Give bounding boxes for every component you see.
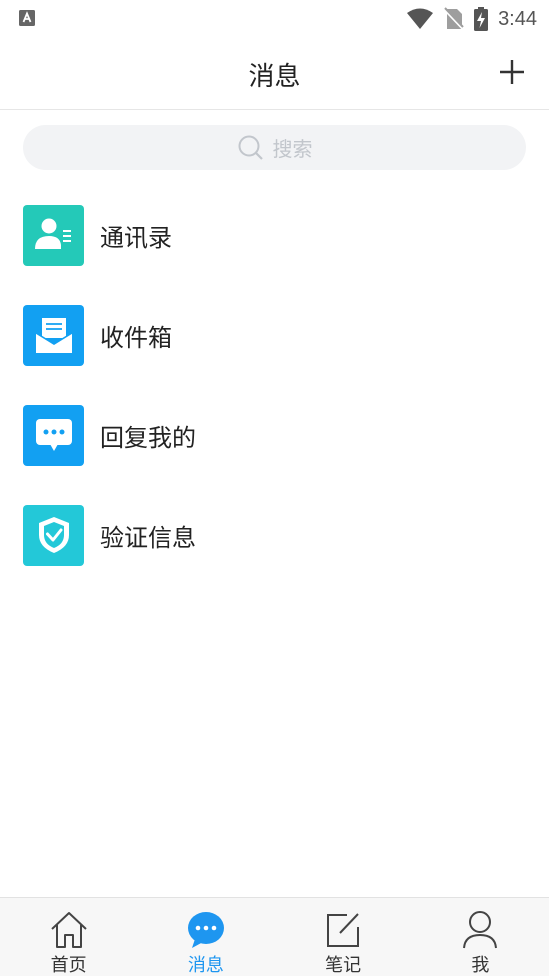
battery-charging-icon (474, 7, 489, 31)
reply-icon (23, 404, 84, 466)
menu-item-contacts[interactable]: 通讯录 (0, 185, 549, 285)
nav-label: 首页 (50, 955, 87, 976)
nav-item-notes[interactable]: 笔记 (275, 898, 412, 976)
menu-item-label: 收件箱 (100, 323, 172, 352)
nav-label: 消息 (187, 955, 224, 976)
inbox-icon (23, 304, 84, 366)
menu-item-label: 通讯录 (100, 223, 172, 252)
page-title: 消息 (248, 62, 301, 92)
add-icon[interactable] (497, 57, 527, 87)
profile-icon (460, 910, 500, 950)
message-icon (186, 910, 226, 950)
verify-icon (23, 504, 84, 566)
status-icons: 3:44 (406, 5, 537, 33)
nav-label: 我 (471, 955, 490, 976)
screen: 3:44 消息 搜索 通讯录 收件箱 回复我的 验证信息 首页 消息 笔记 我 (0, 0, 549, 976)
wifi-icon (407, 8, 434, 29)
menu-item-inbox[interactable]: 收件箱 (0, 285, 549, 385)
nav-item-me[interactable]: 我 (412, 898, 549, 976)
note-icon (323, 910, 363, 950)
nav-item-messages[interactable]: 消息 (137, 898, 274, 976)
menu-item-verification[interactable]: 验证信息 (0, 485, 549, 585)
nav-item-home[interactable]: 首页 (0, 898, 137, 976)
menu-item-label: 回复我的 (100, 423, 196, 452)
keyboard-indicator-icon (19, 10, 35, 26)
contacts-icon (23, 204, 84, 266)
nav-label: 笔记 (325, 955, 362, 976)
bottom-nav: 首页 消息 笔记 我 (0, 897, 549, 976)
home-icon (49, 910, 89, 950)
search-placeholder: 搜索 (272, 137, 313, 161)
message-category-list: 通讯录 收件箱 回复我的 验证信息 (0, 185, 549, 585)
menu-item-label: 验证信息 (100, 523, 196, 552)
status-bar: 3:44 (0, 0, 549, 38)
search-input[interactable]: 搜索 (23, 125, 526, 170)
no-sim-icon (444, 7, 464, 30)
menu-item-replies[interactable]: 回复我的 (0, 385, 549, 485)
search-icon (238, 135, 263, 160)
status-time: 3:44 (498, 7, 537, 30)
app-header: 消息 (0, 38, 549, 110)
